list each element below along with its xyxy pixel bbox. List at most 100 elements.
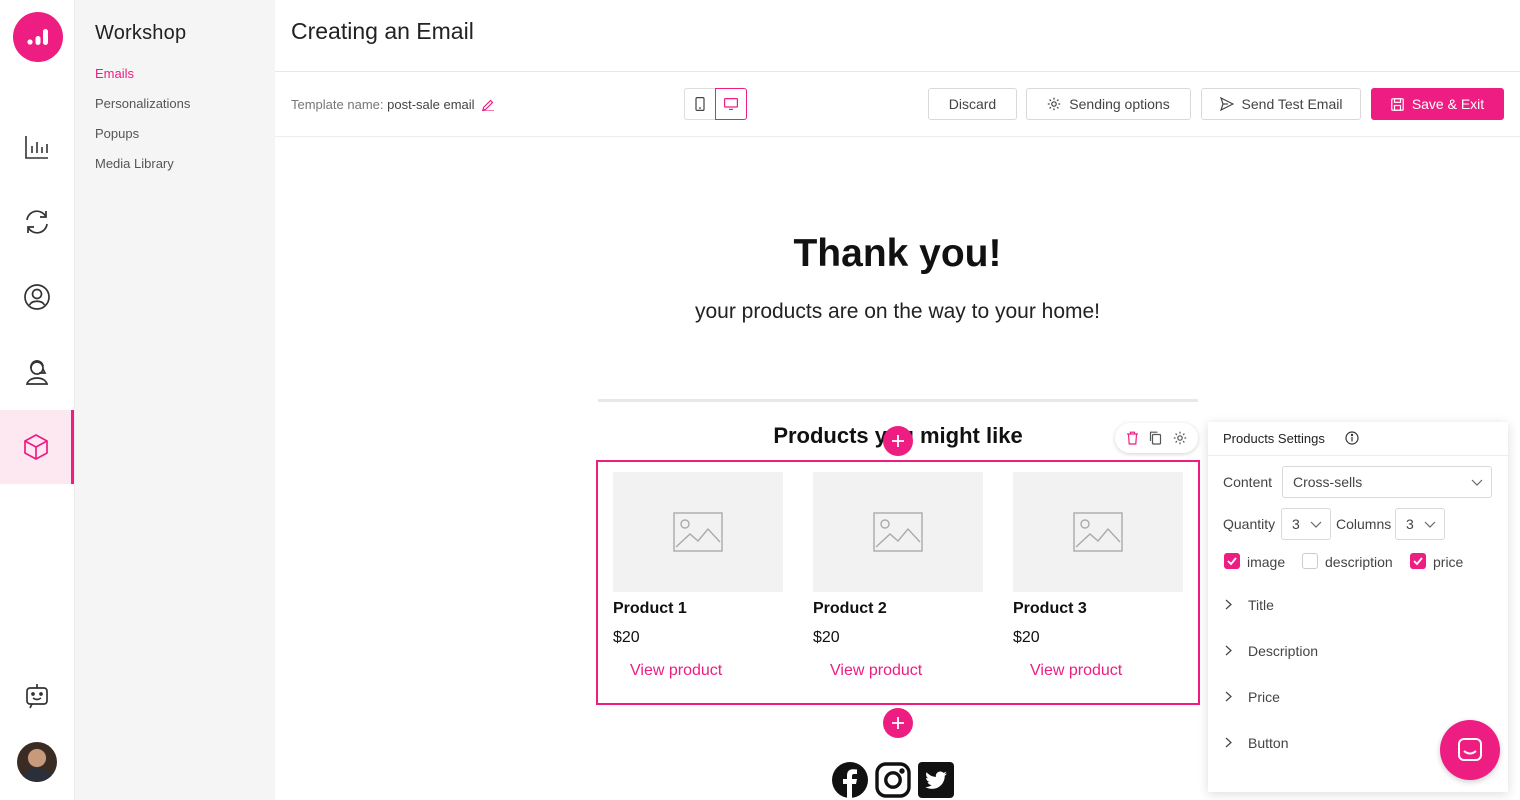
analytics-nav[interactable] [0, 110, 74, 184]
twitter-icon[interactable] [918, 762, 954, 798]
subnav-item-media-library[interactable]: Media Library [95, 156, 174, 171]
quantity-label: Quantity [1223, 516, 1276, 532]
editor-main: Creating an Email Template name: post-sa… [275, 0, 1520, 800]
section-button-label: Button [1248, 735, 1289, 751]
view-product-link[interactable]: View product [1030, 662, 1183, 680]
discard-button[interactable]: Discard [928, 88, 1017, 120]
subnav-title: Workshop [95, 22, 187, 44]
add-block-bottom-button[interactable] [883, 708, 913, 738]
info-icon[interactable] [1345, 431, 1359, 450]
support-nav[interactable] [0, 335, 74, 409]
plus-icon [892, 717, 904, 729]
social-icons[interactable] [832, 762, 954, 798]
chatbot-nav[interactable] [0, 658, 74, 732]
bot-icon [26, 684, 48, 709]
product-card[interactable]: Product 3 $20 View product [1013, 472, 1183, 680]
products-block[interactable]: Product 1 $20 View product Product 2 $20… [596, 460, 1200, 705]
email-divider[interactable] [598, 399, 1198, 402]
workshop-nav[interactable] [0, 410, 74, 484]
image-checkbox[interactable] [1224, 553, 1240, 569]
content-label: Content [1223, 474, 1273, 490]
sending-options-button[interactable]: Sending options [1026, 88, 1191, 120]
product-image-placeholder [1013, 472, 1183, 592]
mobile-icon [695, 97, 705, 111]
image-placeholder-icon [673, 512, 723, 552]
product-card[interactable]: Product 2 $20 View product [813, 472, 983, 680]
section-description-label: Description [1248, 643, 1319, 659]
product-price: $20 [813, 629, 840, 646]
gear-icon[interactable] [1173, 431, 1187, 445]
automation-nav[interactable] [0, 185, 74, 259]
agent-icon [25, 360, 49, 385]
content-select-value: Cross-sells [1293, 474, 1363, 490]
customers-nav[interactable] [0, 260, 74, 334]
add-block-top-button[interactable] [883, 426, 913, 456]
description-checkbox[interactable] [1302, 553, 1318, 569]
content-select[interactable]: Cross-sells [1282, 466, 1492, 498]
page-title: Creating an Email [291, 18, 474, 44]
send-test-email-button[interactable]: Send Test Email [1201, 88, 1361, 120]
email-subtitle[interactable]: your products are on the way to your hom… [275, 300, 1520, 324]
quantity-select[interactable]: 3 [1281, 508, 1331, 540]
save-icon [1391, 97, 1404, 111]
product-price: $20 [1013, 629, 1040, 646]
app-logo-icon[interactable] [13, 12, 63, 62]
image-checkbox-label: image [1247, 554, 1286, 570]
desktop-view-button[interactable] [715, 88, 747, 120]
icon-rail [0, 0, 75, 800]
block-toolbar [1115, 423, 1198, 453]
chevron-down-icon [1310, 521, 1322, 528]
discard-label: Discard [948, 96, 997, 112]
product-image-placeholder [613, 472, 783, 592]
view-product-link[interactable]: View product [830, 662, 983, 680]
avatar[interactable] [17, 742, 57, 782]
product-name: Product 3 [1013, 600, 1087, 617]
columns-select[interactable]: 3 [1395, 508, 1445, 540]
subnav-item-personalizations[interactable]: Personalizations [95, 96, 190, 111]
product-name: Product 2 [813, 600, 887, 617]
chevron-right-icon [1225, 737, 1232, 748]
header-divider [275, 71, 1520, 72]
workshop-subnav: Workshop Emails Personalizations Popups … [75, 0, 275, 800]
analytics-icon [25, 136, 48, 159]
save-exit-button[interactable]: Save & Exit [1371, 88, 1504, 120]
trash-icon[interactable] [1126, 431, 1139, 445]
desktop-icon [724, 98, 738, 110]
chat-launcher-button[interactable] [1440, 720, 1500, 780]
chat-icon [1458, 738, 1482, 761]
plus-icon [892, 435, 904, 447]
product-price: $20 [613, 629, 640, 646]
save-exit-label: Save & Exit [1411, 96, 1485, 112]
chevron-down-icon [1424, 521, 1436, 528]
price-checkbox[interactable] [1410, 553, 1426, 569]
cube-icon [23, 434, 48, 460]
gear-icon [1048, 97, 1061, 111]
view-product-link[interactable]: View product [630, 662, 783, 680]
subnav-item-emails[interactable]: Emails [95, 66, 134, 81]
chevron-right-icon [1225, 691, 1232, 702]
template-name-value: post-sale email [387, 97, 475, 112]
facebook-icon[interactable] [832, 762, 868, 798]
chevron-right-icon [1225, 645, 1232, 656]
chevron-down-icon [1471, 479, 1483, 486]
send-test-email-label: Send Test Email [1241, 96, 1343, 112]
settings-title: Products Settings [1223, 431, 1325, 446]
email-title[interactable]: Thank you! [275, 232, 1520, 276]
product-image-placeholder [813, 472, 983, 592]
toolbar-divider [275, 136, 1520, 137]
quantity-select-value: 3 [1292, 516, 1300, 532]
image-placeholder-icon [873, 512, 923, 552]
duplicate-icon[interactable] [1149, 431, 1162, 445]
subnav-item-popups[interactable]: Popups [95, 126, 139, 141]
chevron-right-icon [1225, 599, 1232, 610]
columns-label: Columns [1336, 516, 1392, 532]
description-checkbox-label: description [1325, 554, 1393, 570]
user-circle-icon [24, 284, 50, 310]
sending-options-label: Sending options [1069, 96, 1170, 112]
instagram-icon[interactable] [875, 762, 911, 798]
checkmark-icon [1413, 557, 1423, 566]
mobile-view-button[interactable] [684, 88, 716, 120]
product-card[interactable]: Product 1 $20 View product [613, 472, 783, 680]
template-name-label: Template name: [291, 97, 384, 112]
pencil-icon[interactable] [482, 99, 495, 114]
